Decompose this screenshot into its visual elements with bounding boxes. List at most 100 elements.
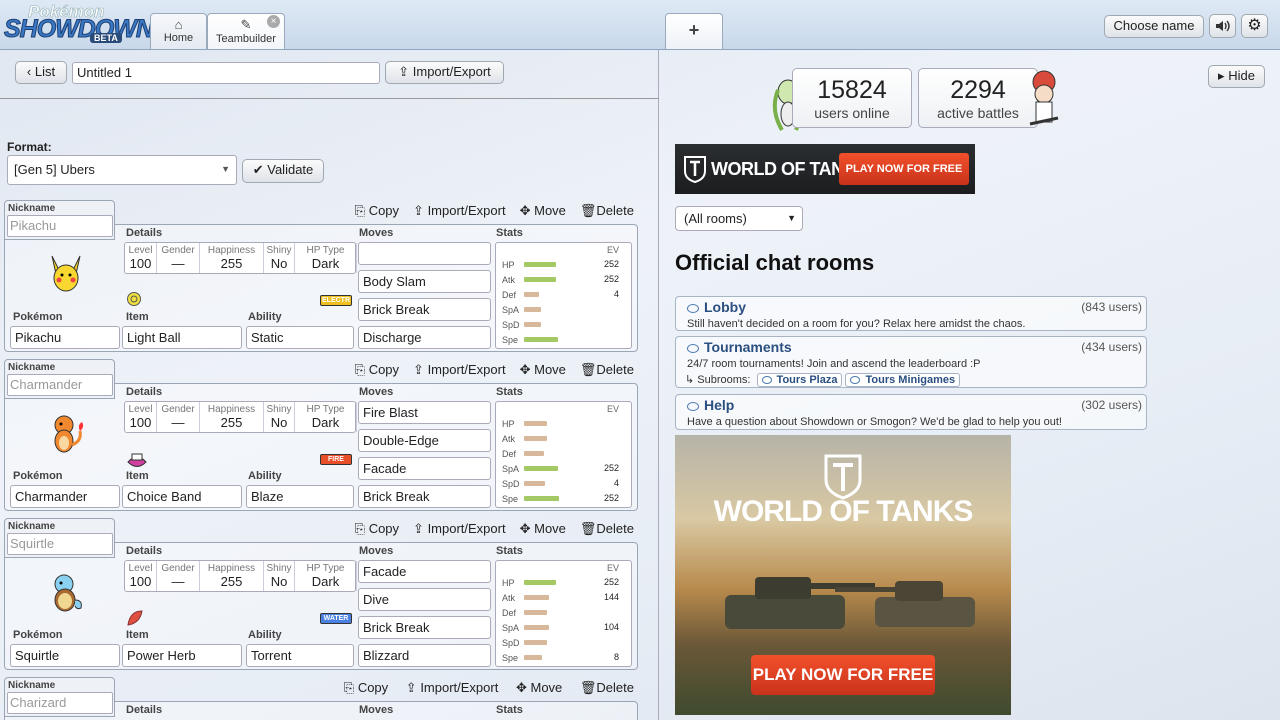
stat-name: SpD xyxy=(502,479,520,489)
stat-bar xyxy=(524,337,558,342)
pokemon-input[interactable]: Charmander xyxy=(10,485,120,508)
stats-box[interactable]: EV HP 252 Atk 144 Def SpA 104 SpD Spe 8 xyxy=(495,560,632,667)
room-tournaments[interactable]: Tournaments (434 users) 24/7 room tourna… xyxy=(675,336,1147,388)
nickname-input[interactable]: Pikachu xyxy=(7,215,113,237)
copy-button[interactable]: ⎘ Copy xyxy=(355,521,399,536)
stats-box[interactable]: EV HP Atk Def SpA 252 SpD 4 Spe 252 xyxy=(495,401,632,508)
room-lobby[interactable]: Lobby (843 users) Still haven't decided … xyxy=(675,296,1147,331)
delete-button[interactable]: 🗑Delete xyxy=(580,521,634,536)
import-export-button[interactable]: ⇪ Import/Export xyxy=(413,362,506,377)
rooms-filter-value: (All rooms) xyxy=(684,211,747,226)
chevron-down-icon: ▼ xyxy=(787,213,796,223)
type-badge: FIRE xyxy=(320,454,352,465)
nickname-input[interactable]: Squirtle xyxy=(7,533,113,555)
item-input[interactable]: Power Herb xyxy=(122,644,242,667)
choose-name-button[interactable]: Choose name xyxy=(1104,15,1204,38)
sound-button[interactable] xyxy=(1209,14,1236,38)
detail-gender: Gender — xyxy=(157,243,200,273)
move-input[interactable]: Brick Break xyxy=(358,298,491,321)
item-input[interactable]: Choice Band xyxy=(122,485,242,508)
set-actions: ⎘ Copy ⇪ Import/Export ✥ Move 🗑Delete xyxy=(341,362,634,378)
validate-button[interactable]: ✔ Validate xyxy=(242,159,324,183)
import-export-button[interactable]: ⇪ Import/Export xyxy=(413,203,506,218)
top-bar: Pokémon SHOWDOWN BETA ⌂ Home ✎ Teambuild… xyxy=(0,0,1280,50)
details-box[interactable]: Level 100 Gender — Happiness 255 Shiny No HP Typ… xyxy=(124,401,357,433)
room-help[interactable]: Help (302 users) Have a question about S… xyxy=(675,394,1147,430)
details-header: Details xyxy=(126,227,163,239)
rooms-filter-select[interactable]: (All rooms) ▼ xyxy=(675,206,803,231)
list-button[interactable]: ‹ List xyxy=(15,61,67,84)
subroom-tours-plaza[interactable]: Tours Plaza xyxy=(756,373,843,387)
move-input[interactable] xyxy=(358,242,491,265)
move-input[interactable]: Facade xyxy=(358,560,491,583)
ad-banner-large[interactable]: WORLD OF TANKS PLAY NOW FOR FREE xyxy=(675,435,1011,715)
team-name-input[interactable]: Untitled 1 xyxy=(72,62,380,84)
move-button[interactable]: ✥ Move xyxy=(520,203,566,218)
ability-input[interactable]: Static xyxy=(246,326,354,349)
showdown-logo[interactable]: Pokémon SHOWDOWN BETA xyxy=(4,2,155,46)
move-button[interactable]: ✥ Move xyxy=(520,521,566,536)
squirtle-sprite-icon[interactable] xyxy=(44,570,88,614)
details-box[interactable]: Level 100 Gender — Happiness 255 Shiny No HP Typ… xyxy=(124,242,357,274)
stat-row: Spe xyxy=(502,333,627,347)
move-button[interactable]: ✥ Move xyxy=(516,680,562,695)
move-input[interactable]: Brick Break xyxy=(358,485,491,508)
ad-banner-small[interactable]: WORLD OF TANKS PLAY NOW FOR FREE xyxy=(675,144,975,194)
tab-teambuilder[interactable]: ✎ Teambuilder × xyxy=(207,13,285,49)
team-import-export-button[interactable]: ⇪ Import/Export xyxy=(385,61,504,84)
delete-button[interactable]: 🗑Delete xyxy=(580,203,634,218)
stat-bar xyxy=(524,580,556,585)
pokemon-input[interactable]: Pikachu xyxy=(10,326,120,349)
ability-input[interactable]: Torrent xyxy=(246,644,354,667)
move-input[interactable]: Brick Break xyxy=(358,616,491,639)
settings-button[interactable]: ⚙ xyxy=(1241,14,1268,38)
pokemon-input[interactable]: Squirtle xyxy=(10,644,120,667)
nickname-input[interactable]: Charizard xyxy=(7,692,113,714)
ad-big-brand: WORLD OF TANKS xyxy=(713,495,974,528)
type-badge: ELECTR xyxy=(320,295,352,306)
item-input[interactable]: Light Ball xyxy=(122,326,242,349)
subroom-tours-minigames[interactable]: Tours Minigames xyxy=(845,373,961,387)
hide-button[interactable]: ▸ Hide xyxy=(1208,65,1265,88)
move-input[interactable]: Discharge xyxy=(358,326,491,349)
ad-small-cta[interactable]: PLAY NOW FOR FREE xyxy=(839,153,969,185)
detail-level: Level 100 xyxy=(125,402,157,432)
tab-home[interactable]: ⌂ Home xyxy=(150,13,207,49)
move-input[interactable]: Dive xyxy=(358,588,491,611)
copy-button[interactable]: ⎘ Copy xyxy=(344,680,388,695)
format-select[interactable]: [Gen 5] Ubers ▼ xyxy=(7,155,237,185)
new-tab-button[interactable]: + xyxy=(665,13,723,49)
move-input[interactable]: Fire Blast xyxy=(358,401,491,424)
copy-button[interactable]: ⎘ Copy xyxy=(355,362,399,377)
chat-bubble-icon xyxy=(687,343,699,353)
users-online-counter[interactable]: 15824 users online xyxy=(792,68,912,128)
delete-button[interactable]: 🗑Delete xyxy=(580,362,634,377)
import-export-button[interactable]: ⇪ Import/Export xyxy=(413,521,506,536)
active-battles-counter[interactable]: 2294 active battles xyxy=(918,68,1038,128)
delete-button[interactable]: 🗑Delete xyxy=(580,680,634,695)
move-input[interactable]: Body Slam xyxy=(358,270,491,293)
chat-bubble-icon xyxy=(687,303,699,313)
import-export-button[interactable]: ⇪ Import/Export xyxy=(406,680,499,695)
stat-row: Atk xyxy=(502,432,627,446)
move-button[interactable]: ✥ Move xyxy=(520,362,566,377)
team-toolbar: ‹ List Untitled 1 ⇪ Import/Export xyxy=(0,50,659,99)
ad-big-cta[interactable]: PLAY NOW FOR FREE xyxy=(751,655,935,695)
stat-bar xyxy=(524,262,556,267)
move-input[interactable]: Facade xyxy=(358,457,491,480)
move-input[interactable]: Blizzard xyxy=(358,644,491,667)
stat-name: Spe xyxy=(502,653,519,663)
close-tab-icon[interactable]: × xyxy=(267,15,280,28)
details-box[interactable]: Level 100 Gender — Happiness 255 Shiny No HP Typ… xyxy=(124,560,357,592)
pikachu-sprite-icon[interactable] xyxy=(44,252,88,296)
move-input[interactable]: Double-Edge xyxy=(358,429,491,452)
upload-icon: ⇪ xyxy=(398,64,410,79)
charmander-sprite-icon[interactable] xyxy=(44,411,88,455)
ability-input[interactable]: Blaze xyxy=(246,485,354,508)
stat-row: SpA 252 xyxy=(502,462,627,476)
copy-button[interactable]: ⎘ Copy xyxy=(355,203,399,218)
stats-header: Stats xyxy=(496,704,523,716)
subrooms-row: ↳ Subrooms: Tours Plaza Tours Minigames xyxy=(685,373,961,387)
stats-box[interactable]: EV HP 252 Atk 252 Def 4 SpA SpD Spe xyxy=(495,242,632,349)
nickname-input[interactable]: Charmander xyxy=(7,374,113,396)
